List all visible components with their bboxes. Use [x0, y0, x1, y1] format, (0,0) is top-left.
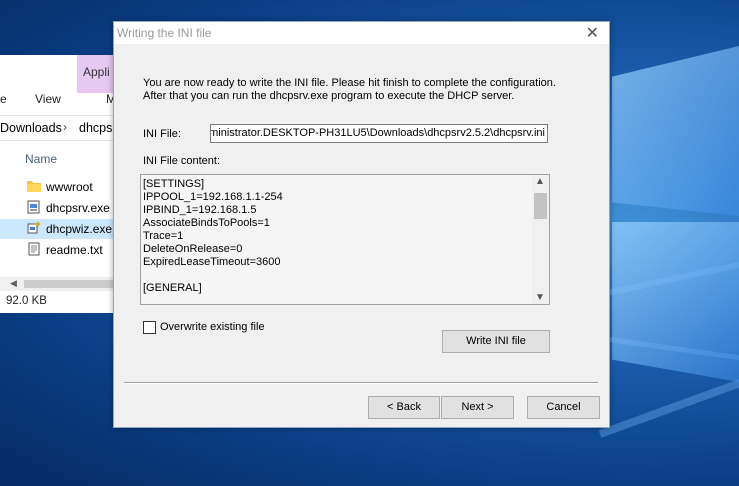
list-item[interactable]: dhcpsrv.exe: [0, 198, 114, 218]
horizontal-scrollbar[interactable]: ◀: [0, 277, 114, 291]
list-item-selected[interactable]: dhcpwiz.exe: [0, 219, 114, 239]
ini-content-line: ExpiredLeaseTimeout=3600: [143, 256, 281, 268]
address-bar[interactable]: Downloads › dhcpsr: [0, 115, 114, 141]
chevron-right-icon: ›: [63, 120, 67, 134]
divider: [124, 382, 598, 384]
ini-content-textarea[interactable]: [SETTINGS] IPPOOL_1=192.168.1.1-254 IPBIND…: [140, 174, 550, 305]
overwrite-checkbox[interactable]: [143, 321, 156, 334]
file-name: readme.txt: [46, 243, 103, 257]
list-item[interactable]: readme.txt: [0, 240, 114, 260]
ini-file-label: INI File:: [143, 128, 181, 140]
scroll-down-arrow-icon[interactable]: ▼: [535, 292, 545, 303]
ini-content-line: DeleteOnRelease=0: [143, 243, 243, 255]
cancel-button[interactable]: Cancel: [527, 396, 600, 419]
ini-content-line: [143, 269, 528, 282]
dialog-titlebar[interactable]: Writing the INI file ✕: [114, 22, 609, 44]
windows-logo-pane: [612, 222, 739, 382]
windows-logo-pane: [612, 46, 739, 216]
list-item[interactable]: wwwroot: [0, 177, 114, 197]
ini-content-line: [GENERAL]: [143, 282, 202, 294]
scrollbar-thumb[interactable]: [534, 193, 547, 219]
ribbon-tab-share[interactable]: e: [0, 92, 7, 106]
text-file-icon: [28, 242, 40, 256]
status-bar-size: 92.0 KB: [6, 295, 47, 307]
scroll-left-arrow-icon[interactable]: ◀: [10, 278, 17, 289]
write-ini-button[interactable]: Write INI file: [442, 330, 550, 353]
vertical-scrollbar[interactable]: ▲ ▼: [532, 175, 549, 304]
ini-content-line: Trace=1: [143, 230, 184, 242]
ribbon-tab-application-tools[interactable]: Appli: [77, 55, 114, 93]
ribbon-tab-view[interactable]: View: [35, 92, 61, 106]
file-name: dhcpsrv.exe: [46, 201, 110, 215]
file-name: dhcpwiz.exe: [46, 222, 113, 236]
scroll-up-arrow-icon[interactable]: ▲: [535, 176, 545, 187]
ini-content-label: INI File content:: [143, 155, 221, 167]
intro-text: You are now ready to write the INI file.…: [143, 77, 583, 103]
column-header-name[interactable]: Name: [25, 152, 57, 166]
file-name: wwwroot: [46, 180, 93, 194]
dialog-title: Writing the INI file: [117, 26, 212, 40]
write-ini-dialog: Writing the INI file ✕ You are now ready…: [113, 21, 610, 428]
ini-content-line: IPPOOL_1=192.168.1.1-254: [143, 191, 283, 203]
ini-content-lines: [SETTINGS] IPPOOL_1=192.168.1.1-254 IPBIND…: [143, 178, 528, 295]
ini-content-line: AssociateBindsToPools=1: [143, 217, 270, 229]
exe-icon: [27, 200, 40, 214]
ini-file-path-input[interactable]: ministrator.DESKTOP-PH31LU5\Downloads\dh…: [210, 124, 548, 143]
close-icon[interactable]: ✕: [586, 23, 599, 43]
ini-content-line: IPBIND_1=192.168.1.5: [143, 204, 257, 216]
ini-file-path-value: ministrator.DESKTOP-PH31LU5\Downloads\dh…: [210, 127, 545, 139]
wizard-exe-icon: [27, 221, 41, 234]
intro-line: After that you can run the dhcpsrv.exe p…: [143, 90, 515, 102]
breadcrumb-downloads[interactable]: Downloads: [0, 121, 62, 135]
back-button[interactable]: < Back: [368, 396, 440, 419]
next-button[interactable]: Next >: [441, 396, 514, 419]
folder-icon: [27, 181, 41, 192]
breadcrumb-dhcpsrv[interactable]: dhcpsr: [79, 121, 114, 135]
scrollbar-thumb[interactable]: [24, 280, 114, 288]
overwrite-label[interactable]: Overwrite existing file: [160, 321, 265, 333]
file-explorer-window: Appli e View M Downloads › dhcpsr Name w…: [0, 55, 114, 313]
intro-line: You are now ready to write the INI file.…: [143, 77, 556, 89]
ini-content-line: [SETTINGS]: [143, 178, 205, 190]
